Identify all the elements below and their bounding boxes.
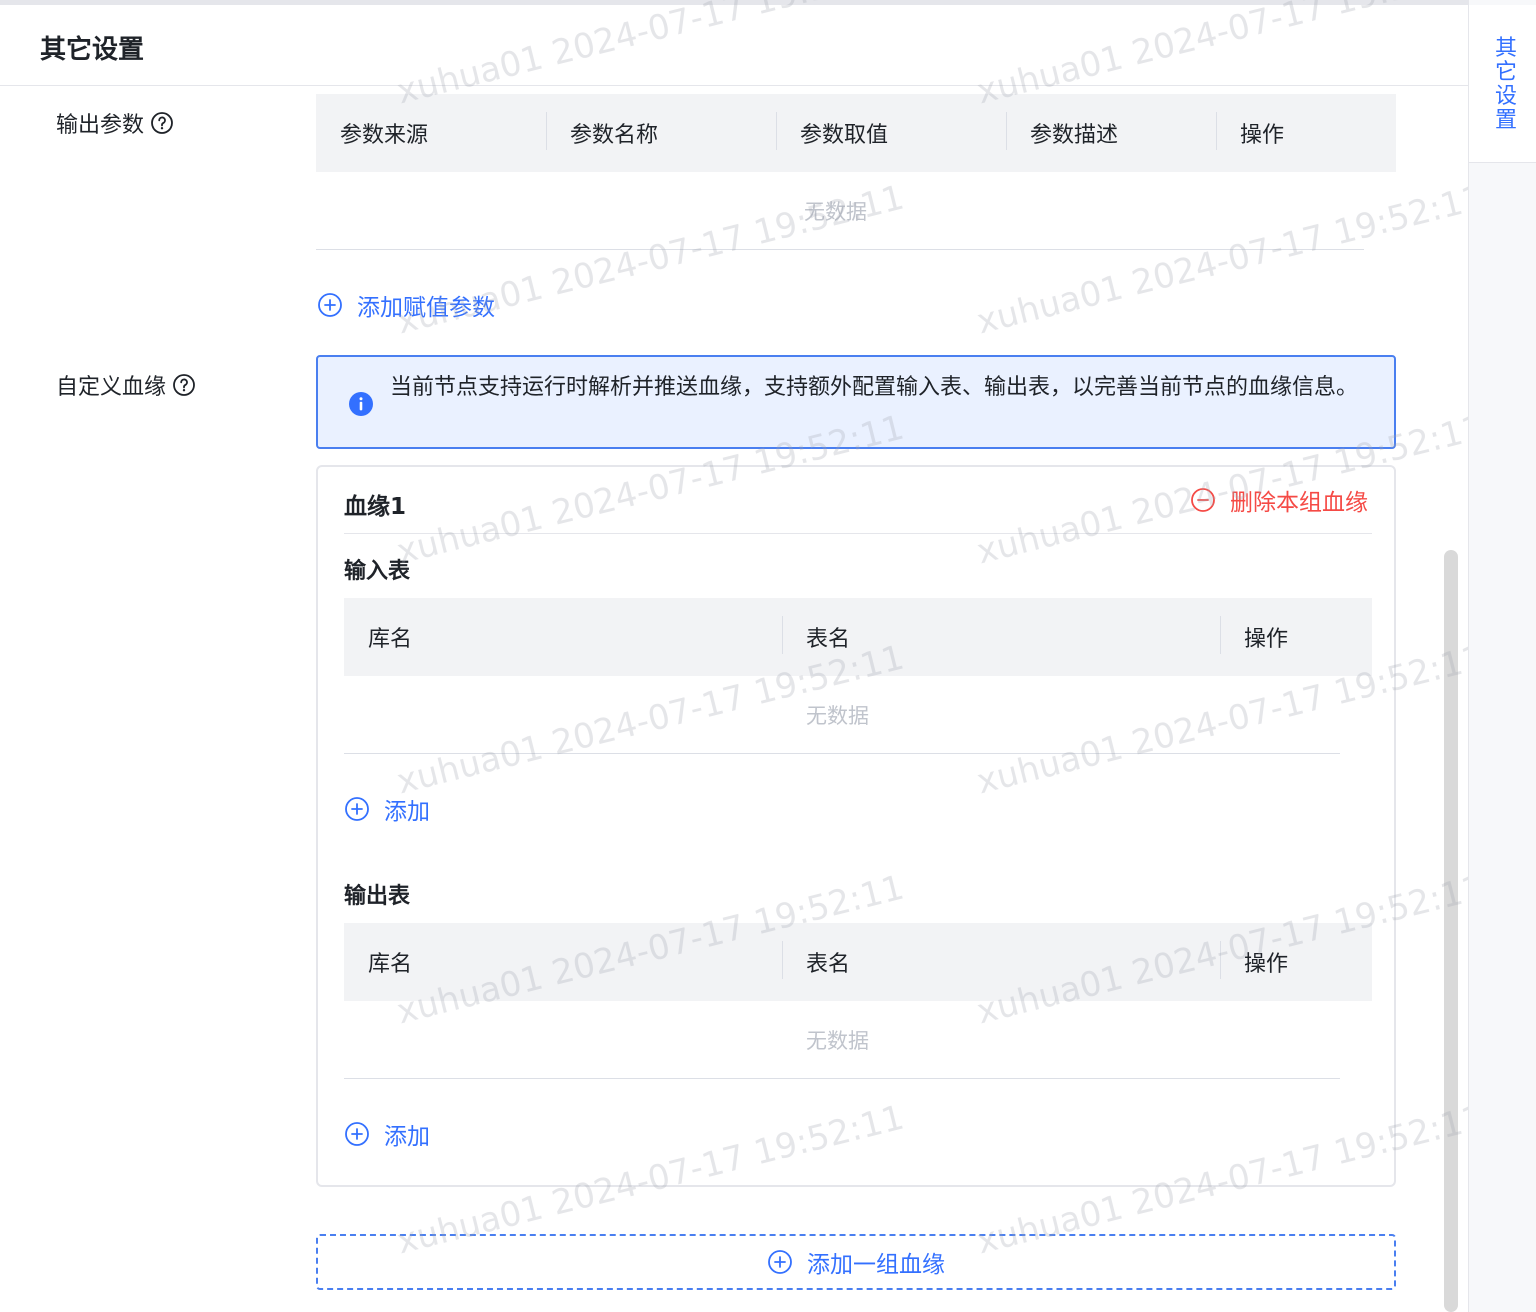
page-title: 其它设置 xyxy=(40,35,145,65)
output-params-table: 参数来源 参数名称 参数取值 参数描述 操作 无数据 xyxy=(316,94,1396,254)
add-lineage-group-button[interactable]: 添加一组血缘 xyxy=(316,1234,1396,1290)
delete-lineage-group-button[interactable]: 删除本组血缘 xyxy=(1190,483,1368,517)
column-header: 参数取值 xyxy=(776,94,1006,172)
empty-text: 无数据 xyxy=(804,200,867,224)
column-header: 表名 xyxy=(782,598,1220,676)
tab-other-settings-label: 其它设置 xyxy=(1495,36,1518,133)
page-header: 其它设置 xyxy=(0,5,1468,86)
lineage-label: 自定义血缘 xyxy=(56,375,167,400)
plus-circle-icon xyxy=(344,796,370,822)
help-icon[interactable] xyxy=(150,111,174,135)
input-table: 库名 表名 操作 无数据 xyxy=(344,598,1372,758)
lineage-info-alert: 当前节点支持运行时解析并推送血缘，支持额外配置输入表、输出表，以完善当前节点的血… xyxy=(316,355,1396,449)
output-table: 库名 表名 操作 无数据 xyxy=(344,923,1372,1083)
scrollbar[interactable] xyxy=(1442,550,1460,1312)
output-table-header: 库名 表名 操作 xyxy=(344,923,1372,1001)
plus-circle-icon xyxy=(344,1121,370,1147)
output-table-title: 输出表 xyxy=(344,884,411,909)
lineage-group-title: 血缘1 xyxy=(344,494,407,520)
column-header: 操作 xyxy=(1220,598,1372,676)
card-divider xyxy=(344,533,1372,534)
column-header: 参数来源 xyxy=(340,123,429,148)
add-lineage-group-label: 添加一组血缘 xyxy=(807,1252,945,1278)
output-params-table-header: 参数来源 参数名称 参数取值 参数描述 操作 xyxy=(316,94,1396,172)
column-header: 库名 xyxy=(368,952,413,977)
add-input-table-label: 添加 xyxy=(384,799,430,825)
add-assign-param-button[interactable]: 添加赋值参数 xyxy=(317,288,495,322)
lineage-info-text: 当前节点支持运行时解析并推送血缘，支持额外配置输入表、输出表，以完善当前节点的血… xyxy=(390,375,1359,400)
table-bottom-rule xyxy=(344,1078,1340,1079)
plus-circle-icon xyxy=(767,1249,793,1275)
lineage-group-card: 血缘1 删除本组血缘 输入表 库名 表名 操作 无数据 添加 输出表 库名 表名… xyxy=(316,465,1396,1187)
add-output-table-button[interactable]: 添加 xyxy=(344,1117,430,1151)
table-bottom-rule xyxy=(344,753,1340,754)
column-header: 库名 xyxy=(368,627,413,652)
table-bottom-rule xyxy=(316,249,1364,250)
add-assign-param-label: 添加赋值参数 xyxy=(357,295,495,321)
column-header: 操作 xyxy=(1220,923,1372,1001)
column-header: 参数名称 xyxy=(546,94,776,172)
input-table-title: 输入表 xyxy=(344,559,411,584)
delete-lineage-group-label: 删除本组血缘 xyxy=(1230,490,1368,516)
tab-other-settings[interactable]: 其它设置 xyxy=(1469,5,1536,163)
plus-circle-icon xyxy=(317,292,343,318)
empty-text: 无数据 xyxy=(806,704,869,728)
right-tab-bar: 其它设置 xyxy=(1468,0,1536,1312)
output-params-label-row: 输出参数 xyxy=(56,107,174,139)
minus-circle-icon xyxy=(1190,487,1216,513)
add-output-table-label: 添加 xyxy=(384,1124,430,1150)
empty-text: 无数据 xyxy=(806,1029,869,1053)
add-input-table-button[interactable]: 添加 xyxy=(344,792,430,826)
scrollbar-thumb[interactable] xyxy=(1444,550,1458,1312)
column-header: 表名 xyxy=(782,923,1220,1001)
column-header: 参数描述 xyxy=(1006,94,1216,172)
info-circle-icon xyxy=(348,391,374,417)
lineage-label-row: 自定义血缘 xyxy=(56,369,196,401)
help-icon[interactable] xyxy=(172,373,196,397)
input-table-header: 库名 表名 操作 xyxy=(344,598,1372,676)
column-header: 操作 xyxy=(1216,94,1396,172)
output-params-label: 输出参数 xyxy=(56,113,145,138)
